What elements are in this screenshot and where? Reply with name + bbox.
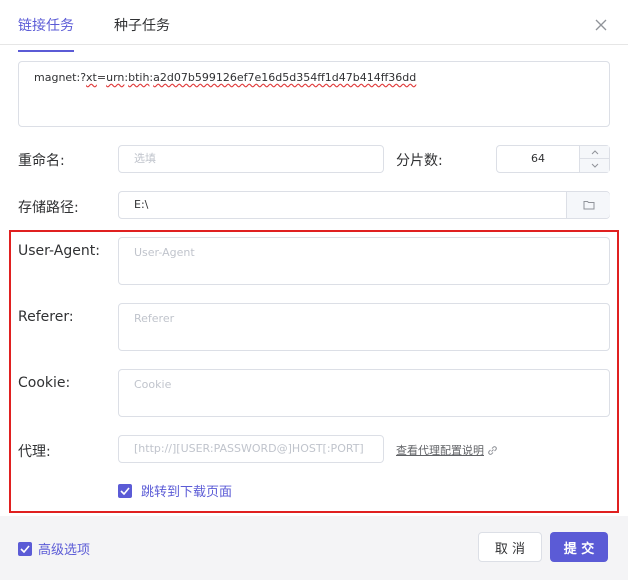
magnet-url-textarea[interactable]: magnet:?xt=urn:btih:a2d07b599126ef7e16d5… [18,61,610,127]
advanced-options-toggle[interactable]: 高级选项 [18,539,90,558]
cancel-button[interactable]: 取 消 [478,532,542,562]
proxy-label: 代理: [18,444,51,460]
save-path-label: 存储路径: [18,200,79,216]
user-agent-label: User-Agent: [18,243,100,259]
decrease-button[interactable] [580,159,609,172]
jump-to-download-label: 跳转到下载页面 [141,485,233,500]
user-agent-input[interactable]: User-Agent [118,237,610,285]
magnet-urn: urn [106,71,125,84]
chevron-down-icon [591,163,598,168]
proxy-input[interactable]: [http://][USER:PASSWORD@]HOST[:PORT] [118,435,384,463]
tabs-divider [0,44,628,45]
tab-link-task[interactable]: 链接任务 [18,0,74,52]
rename-placeholder: 选填 [134,152,156,165]
proxy-help-link[interactable]: 查看代理配置说明 [396,442,498,458]
stepper-buttons [579,146,609,172]
user-agent-placeholder: User-Agent [134,246,195,259]
proxy-help-link-text: 查看代理配置说明 [396,444,484,457]
referer-input[interactable]: Referer [118,303,610,351]
magnet-btih: btih [128,71,150,84]
rename-input[interactable]: 选填 [118,145,384,173]
link-icon [488,445,497,455]
referer-label: Referer: [18,309,74,325]
jump-to-download-checkbox[interactable]: 跳转到下载页面 [118,481,232,500]
new-task-dialog: 链接任务 种子任务 magnet:?xt=urn:btih:a2d07b5991… [0,0,628,580]
referer-placeholder: Referer [134,312,175,325]
rename-label: 重命名: [18,153,65,169]
close-icon[interactable] [594,17,608,31]
split-count-stepper[interactable]: 64 [496,145,610,173]
save-path-input[interactable]: E:\ [118,191,610,219]
checkbox-checked-icon [18,541,32,556]
task-tabs: 链接任务 种子任务 [18,0,210,52]
cookie-label: Cookie: [18,375,71,391]
folder-icon [583,201,594,210]
cookie-placeholder: Cookie [134,378,172,391]
split-label: 分片数: [396,153,443,169]
submit-button[interactable]: 提 交 [550,532,608,562]
browse-folder-button[interactable] [566,192,610,218]
magnet-prefix: magnet:? [34,71,87,84]
advanced-options-label: 高级选项 [38,543,91,558]
magnet-hash: a2d07b599126ef7e16d5d354ff1d47b414ff36dd [153,71,417,84]
proxy-placeholder: [http://][USER:PASSWORD@]HOST[:PORT] [134,442,364,455]
checkbox-checked-icon [118,483,132,498]
split-count-value: 64 [531,152,545,165]
tab-torrent-task[interactable]: 种子任务 [114,0,170,44]
increase-button[interactable] [580,146,609,159]
save-path-value: E:\ [134,198,149,211]
chevron-up-icon [591,149,598,154]
cookie-input[interactable]: Cookie [118,369,610,417]
magnet-xt: xt [86,71,97,84]
magnet-eq: = [96,71,107,84]
